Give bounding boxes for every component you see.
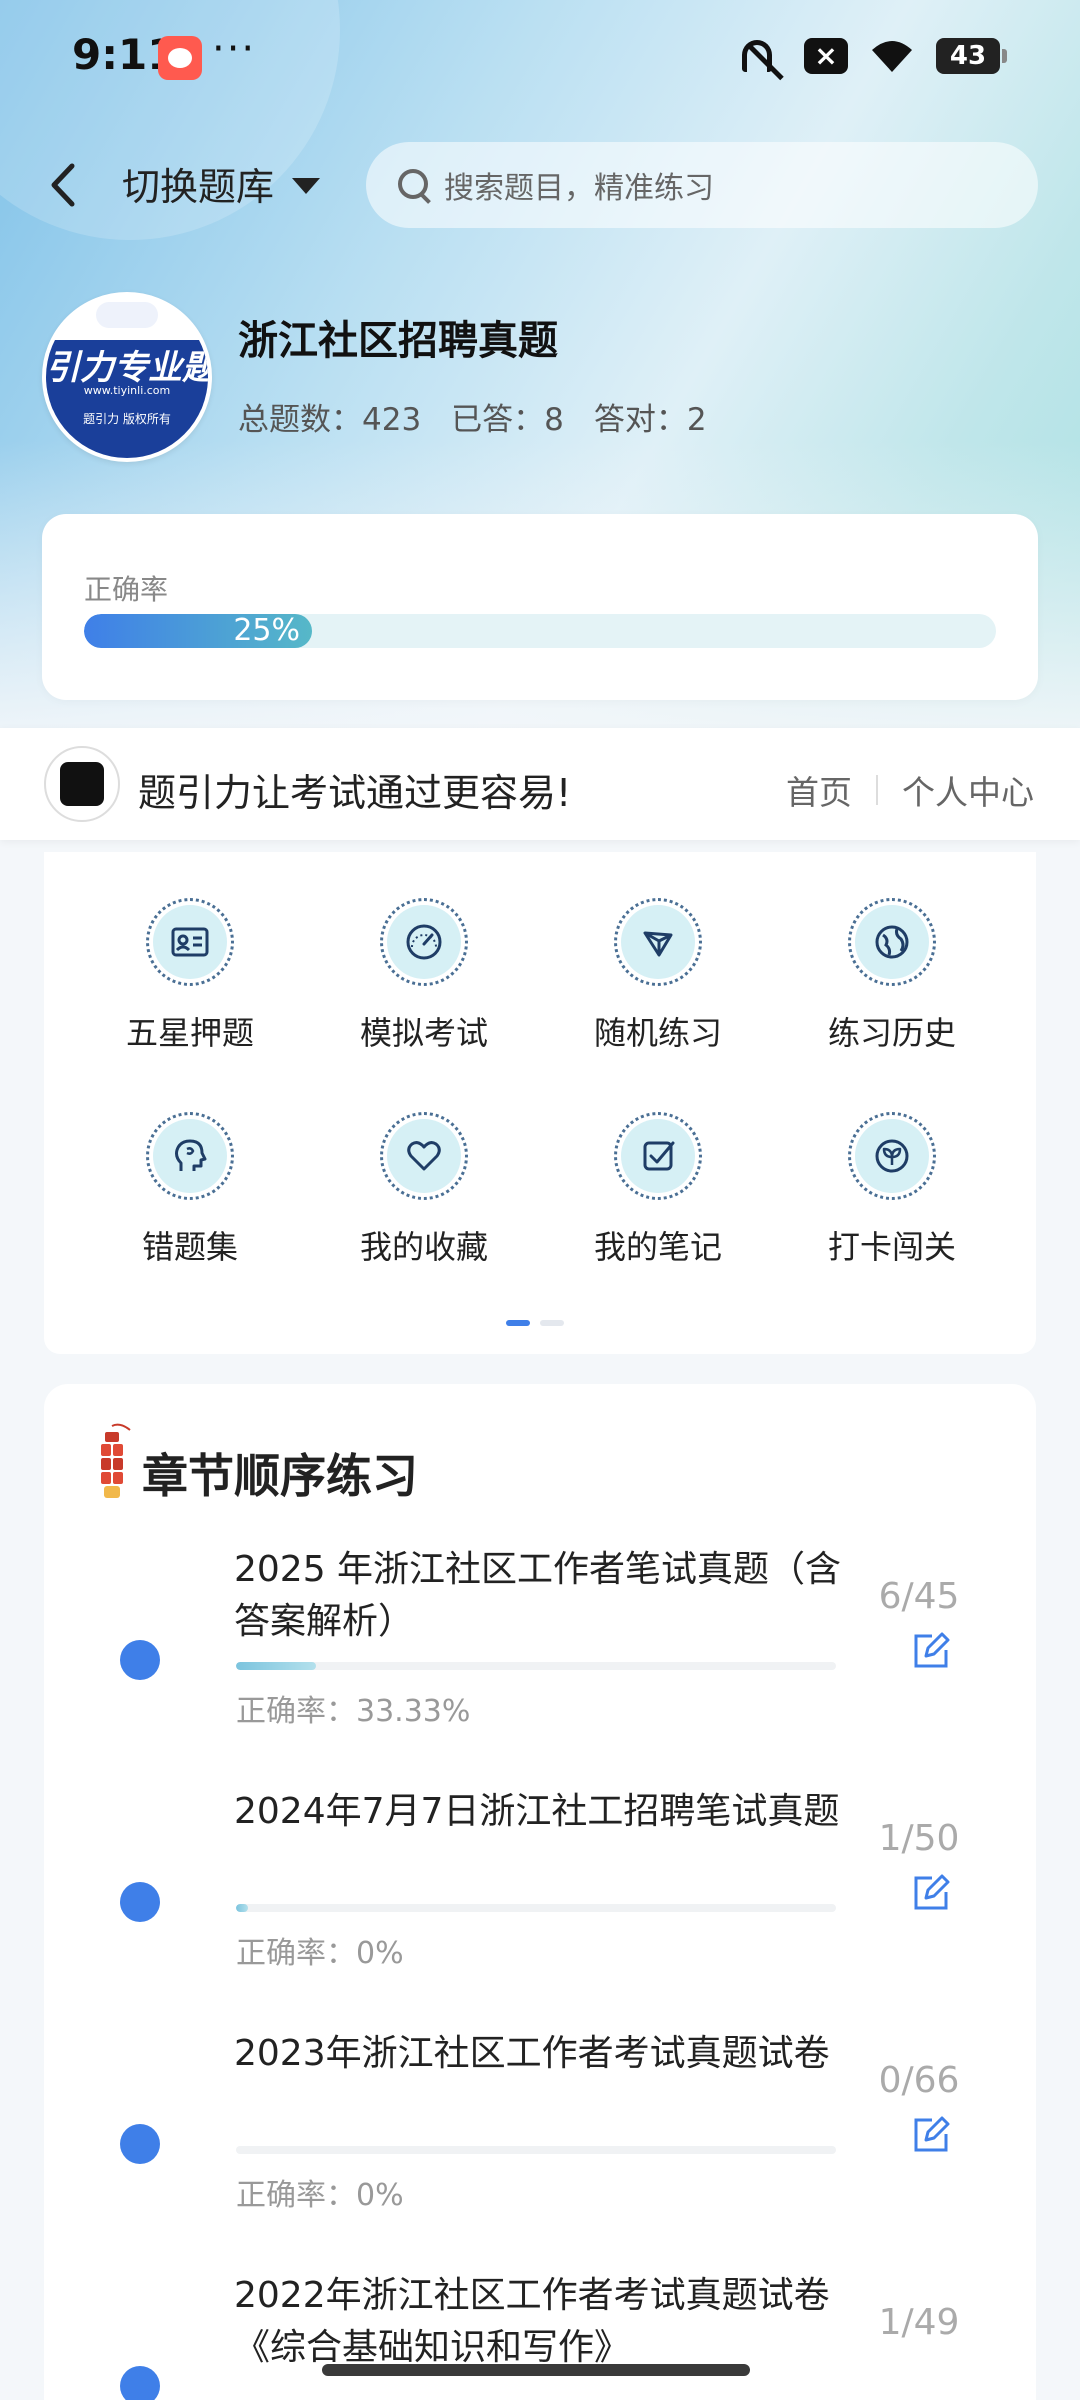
chapter-name: 2024年7月7日浙江社工招聘笔试真题	[234, 1791, 840, 1832]
bank-logo-text: 引力专业题	[46, 340, 208, 410]
globe-icon	[855, 905, 929, 979]
menu-item-wrong-questions[interactable]: 错题集	[100, 1112, 280, 1268]
head-icon	[153, 1119, 227, 1193]
promo-banner: 题引力让考试通过更容易! 首页 个人中心	[0, 728, 1080, 840]
search-icon	[396, 167, 432, 203]
chapter-item[interactable]: 2022年浙江社区工作者考试真题试卷《综合基础知识和写作》 1/49	[44, 2266, 1036, 2400]
heart-icon	[387, 1119, 461, 1193]
battery-icon: 43	[936, 38, 1007, 74]
chapter-bullet	[120, 2366, 160, 2400]
chapter-bullet	[120, 1882, 160, 1922]
firecracker-icon	[92, 1420, 132, 1506]
bell-off-icon	[742, 36, 782, 76]
chapter-item[interactable]: 2025 年浙江社区工作者笔试真题（含答案解析） 正确率：33.33% 6/45	[44, 1540, 1036, 1780]
chapter-count: 1/50	[878, 1818, 960, 1859]
accuracy-progress-bar: 25%	[84, 614, 996, 648]
chapter-progress-bar	[236, 1662, 836, 1670]
search-placeholder: 搜索题目，精准练习	[444, 171, 714, 206]
feature-menu: 五星押题 模拟考试 随机练习 练习历史 错题集 我的收藏 我的笔记 打卡闯关	[44, 852, 1036, 1354]
checkbox-icon	[621, 1119, 695, 1193]
chapter-name: 2022年浙江社区工作者考试真题试卷《综合基础知识和写作》	[234, 2275, 830, 2368]
edit-icon[interactable]	[910, 1872, 952, 1914]
page-dot-active	[506, 1320, 530, 1326]
answered-stat: 已答：8	[451, 402, 564, 438]
accuracy-label: 正确率	[84, 573, 169, 606]
chapter-name: 2025 年浙江社区工作者笔试真题（含答案解析）	[234, 1549, 842, 1642]
bank-logo-url: www.tiyinli.com	[83, 384, 171, 397]
status-bar: 9:11 ··· × 43	[0, 0, 1080, 120]
caret-down-icon	[292, 177, 321, 194]
brand-logo-icon	[44, 746, 120, 822]
profile-link[interactable]: 个人中心	[902, 766, 1034, 814]
chapter-name: 2023年浙江社区工作者考试真题试卷	[234, 2033, 830, 2074]
accuracy-value: 25%	[233, 614, 300, 648]
chapter-bullet	[120, 2124, 160, 2164]
network-icon	[621, 905, 695, 979]
bank-title: 浙江社区招聘真题	[238, 318, 558, 364]
leaf-icon	[855, 1119, 929, 1193]
banner-slogan: 题引力让考试通过更容易!	[138, 771, 572, 815]
menu-item-random-practice[interactable]: 随机练习	[568, 898, 748, 1054]
chapter-practice-section: 章节顺序练习 2025 年浙江社区工作者笔试真题（含答案解析） 正确率：33.3…	[44, 1384, 1036, 2400]
chapter-item[interactable]: 2023年浙江社区工作者考试真题试卷 正确率：0% 0/66	[44, 2024, 1036, 2264]
edit-icon[interactable]	[910, 1630, 952, 1672]
chapter-progress-bar	[236, 2146, 836, 2154]
bank-stats: 总题数：423 已答：8 答对：2	[238, 394, 707, 439]
home-link[interactable]: 首页	[786, 766, 852, 814]
search-input[interactable]: 搜索题目，精准练习	[366, 142, 1038, 228]
menu-item-favorites[interactable]: 我的收藏	[334, 1112, 514, 1268]
chapter-count: 6/45	[878, 1576, 960, 1617]
app-notification-icon	[158, 36, 202, 80]
accuracy-card: 正确率 25%	[42, 514, 1038, 700]
edit-icon[interactable]	[910, 2114, 952, 2156]
close-box-icon: ×	[804, 38, 848, 74]
total-stat: 总题数：423	[238, 402, 422, 438]
chapter-accuracy: 正确率：0%	[236, 1936, 404, 1971]
menu-item-five-star[interactable]: 五星押题	[100, 898, 280, 1054]
menu-item-check-in[interactable]: 打卡闯关	[802, 1112, 982, 1268]
switch-bank-label: 切换题库	[122, 165, 275, 209]
chapter-accuracy: 正确率：0%	[236, 2178, 404, 2213]
back-button[interactable]	[40, 150, 88, 220]
correct-stat: 答对：2	[593, 402, 707, 438]
chapter-progress-bar	[236, 1904, 836, 1912]
accuracy-progress-fill: 25%	[84, 614, 312, 648]
chapter-progress-fill	[236, 1662, 316, 1670]
menu-item-mock-exam[interactable]: 模拟考试	[334, 898, 514, 1054]
menu-item-history[interactable]: 练习历史	[802, 898, 982, 1054]
page-indicator	[506, 1320, 564, 1326]
page-dot	[540, 1320, 564, 1326]
menu-item-notes[interactable]: 我的笔记	[568, 1112, 748, 1268]
more-notifications-icon: ···	[212, 26, 257, 72]
bank-logo: 引力专业题 www.tiyinli.com 题引力 版权所有	[42, 292, 212, 462]
chapter-section-title: 章节顺序练习	[142, 1449, 418, 1503]
gauge-icon	[387, 905, 461, 979]
id-card-icon	[153, 905, 227, 979]
chapter-count: 1/49	[878, 2302, 960, 2343]
chapter-bullet	[120, 1640, 160, 1680]
wifi-icon	[870, 38, 914, 74]
chapter-count: 0/66	[878, 2060, 960, 2101]
chapter-progress-fill	[236, 1904, 248, 1912]
switch-bank-dropdown[interactable]: 切换题库	[122, 156, 321, 211]
chapter-accuracy: 正确率：33.33%	[236, 1694, 471, 1729]
chapter-item[interactable]: 2024年7月7日浙江社工招聘笔试真题 正确率：0% 1/50	[44, 1782, 1036, 2022]
home-indicator	[322, 2364, 750, 2376]
bank-logo-footer: 题引力 版权所有	[83, 412, 171, 426]
